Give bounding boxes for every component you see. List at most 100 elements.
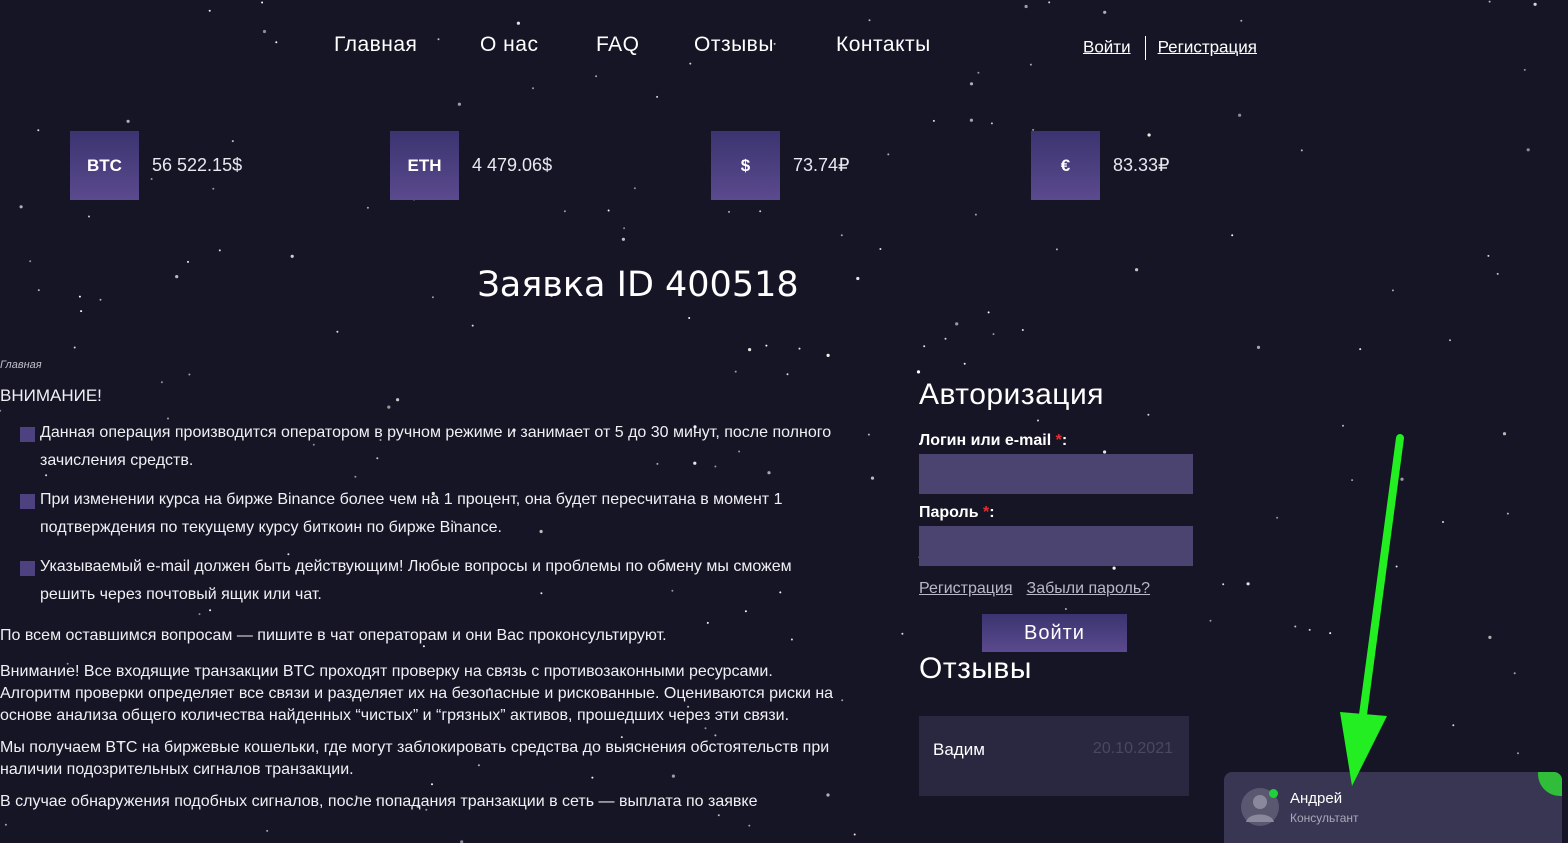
login-label-text: Логин или e-mail <box>919 432 1052 449</box>
star <box>944 337 947 340</box>
star <box>1496 272 1499 275</box>
rate-usd-symbol: $ <box>711 131 780 200</box>
star <box>969 118 974 122</box>
nav-reviews-link[interactable]: Отзывы <box>694 33 774 57</box>
star <box>1342 424 1344 427</box>
info-paragraph: В случае обнаружения подобных сигналов, … <box>0 793 758 810</box>
star <box>471 324 474 327</box>
star <box>266 829 269 832</box>
star <box>969 82 974 86</box>
star <box>261 1 264 4</box>
star <box>1523 68 1526 71</box>
nav-faq-link[interactable]: FAQ <box>596 33 640 57</box>
review-date: 20.10.2021 <box>1092 740 1173 757</box>
star <box>990 122 993 125</box>
star <box>955 322 959 326</box>
login-label: Логин или e-mail *: <box>919 432 1068 449</box>
rate-eth: ETH 4 479.06$ <box>390 131 552 200</box>
star <box>88 215 90 218</box>
star <box>1526 148 1530 152</box>
star <box>1400 477 1404 481</box>
star <box>1359 348 1362 351</box>
nav-about-link[interactable]: О нас <box>480 33 538 57</box>
star <box>563 210 566 213</box>
info-paragraph: Внимание! Все входящие транзакции BTC пр… <box>0 663 834 724</box>
password-input[interactable] <box>919 526 1193 566</box>
star <box>1256 345 1261 349</box>
star <box>633 187 636 190</box>
star <box>1351 479 1354 482</box>
star <box>1517 752 1519 755</box>
star <box>218 249 221 252</box>
star <box>974 213 977 216</box>
star <box>126 119 130 123</box>
login-button[interactable]: Войти <box>982 614 1127 652</box>
star <box>734 370 737 373</box>
star <box>1294 625 1297 628</box>
star <box>1329 632 1332 635</box>
bullet-square-icon <box>20 427 35 442</box>
star <box>1021 329 1024 331</box>
login-input[interactable] <box>919 454 1193 494</box>
star <box>786 373 789 376</box>
star <box>798 347 801 350</box>
star <box>923 345 926 348</box>
header-login-link[interactable]: Войти <box>1083 37 1131 56</box>
star <box>187 260 189 263</box>
star <box>1449 339 1451 342</box>
star <box>1308 628 1311 631</box>
rate-eur-value: 83.33₽ <box>1113 155 1170 175</box>
star <box>992 333 995 336</box>
star <box>595 75 598 78</box>
rate-eur-symbol: € <box>1031 131 1100 200</box>
forgot-password-link[interactable]: Забыли пароль? <box>1027 580 1151 597</box>
star <box>728 210 730 213</box>
star <box>623 227 626 230</box>
star <box>1055 248 1058 251</box>
star <box>901 632 904 635</box>
list-item-text: Указываемый e-mail должен быть действующ… <box>40 558 792 603</box>
required-mark: * <box>983 504 990 521</box>
star <box>656 95 659 98</box>
rate-btc-value: 56 522.15$ <box>152 155 243 175</box>
star <box>366 206 369 209</box>
info-paragraph: По всем оставшимся вопросам — пишите в ч… <box>0 627 667 644</box>
star <box>1029 63 1032 66</box>
breadcrumb[interactable]: Главная <box>0 359 42 371</box>
header-register-link[interactable]: Регистрация <box>1158 37 1257 56</box>
consultant-role: Консультант <box>1290 811 1359 825</box>
header-auth-links: Войти Регистрация <box>1083 36 1257 60</box>
star <box>1048 1 1051 4</box>
order-info: ВНИМАНИЕ! Данная операция производится о… <box>0 385 835 823</box>
star <box>870 476 875 480</box>
star <box>826 353 830 357</box>
nav-contacts-link[interactable]: Контакты <box>836 33 931 57</box>
star <box>1231 234 1234 237</box>
list-item: Указываемый e-mail должен быть действующ… <box>20 553 835 609</box>
consultant-name: Андрей <box>1290 790 1343 807</box>
review-card[interactable]: Вадим 20.10.2021 <box>919 716 1189 796</box>
nav-home-link[interactable]: Главная <box>334 33 417 57</box>
warning-list: Данная операция производится оператором … <box>0 419 835 609</box>
star <box>1442 521 1444 523</box>
chat-widget[interactable]: Андрей Консультант <box>1224 772 1562 843</box>
star <box>841 699 844 702</box>
star <box>621 237 626 241</box>
warning-title: ВНИМАНИЕ! <box>0 386 102 405</box>
list-item-text: При изменении курса на бирже Binance бол… <box>40 491 783 536</box>
star <box>868 19 871 22</box>
star <box>1300 149 1303 152</box>
star <box>987 311 990 314</box>
star <box>879 248 882 250</box>
star <box>160 381 163 384</box>
info-paragraph: Мы получаем BTC на биржевые кошельки, гд… <box>0 739 830 778</box>
star <box>840 234 843 237</box>
star <box>457 102 461 106</box>
header-divider <box>1144 36 1146 60</box>
star <box>853 833 856 836</box>
chat-corner-badge <box>1538 772 1562 796</box>
star <box>765 344 768 347</box>
rate-usd: $ 73.74₽ <box>711 131 850 200</box>
register-link[interactable]: Регистрация <box>919 580 1013 597</box>
star <box>1276 516 1279 519</box>
